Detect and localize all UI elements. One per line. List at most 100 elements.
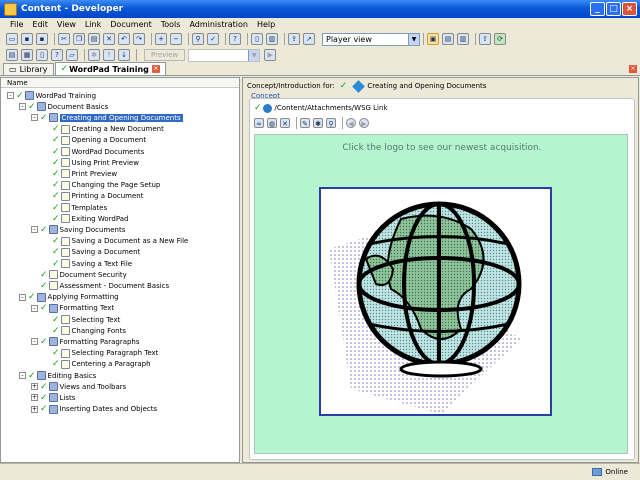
- tree-item[interactable]: + ✓ Views and Toolbars: [31, 381, 126, 392]
- tree-item[interactable]: ✓ Templates: [43, 202, 107, 213]
- close-panel-icon[interactable]: ×: [629, 65, 637, 73]
- back-icon[interactable]: ◀: [346, 118, 356, 128]
- preview-button[interactable]: Preview: [144, 49, 186, 61]
- menu-link[interactable]: Link: [85, 20, 101, 29]
- menu-help[interactable]: Help: [257, 20, 275, 29]
- tree-item[interactable]: ✓ Creating a New Document: [43, 124, 164, 135]
- tree-item[interactable]: ✓ Changing Fonts: [43, 325, 126, 336]
- menu-file[interactable]: File: [10, 20, 23, 29]
- close-tab-icon[interactable]: ×: [151, 65, 160, 73]
- collapse-node-icon[interactable]: -: [31, 114, 38, 122]
- tree-item[interactable]: - ✓ Saving Documents: [31, 224, 125, 235]
- collapse-node-icon[interactable]: -: [19, 293, 26, 301]
- collapse-node-icon[interactable]: -: [19, 103, 26, 111]
- collapse-node-icon[interactable]: -: [7, 92, 14, 99]
- tree-item[interactable]: ✓ Printing a Document: [43, 191, 143, 202]
- tree-item[interactable]: - ✓ Formatting Paragraphs: [31, 336, 140, 347]
- tree-item[interactable]: ✓ Using Print Preview: [43, 157, 139, 168]
- pointer-icon[interactable]: ➚: [303, 33, 315, 45]
- collapse-node-icon[interactable]: -: [31, 304, 38, 312]
- tree-item[interactable]: ✓ Opening a Document: [43, 135, 146, 146]
- document-icon[interactable]: ▯: [36, 49, 48, 61]
- minimize-button[interactable]: _: [590, 2, 605, 16]
- link-icon[interactable]: ∞: [254, 118, 264, 128]
- paste-icon[interactable]: ▤: [88, 33, 100, 45]
- layout-columns-icon[interactable]: ▥: [457, 33, 469, 45]
- tree-item[interactable]: ✓ Print Preview: [43, 168, 117, 179]
- collapse-node-icon[interactable]: -: [31, 338, 38, 346]
- cut-icon[interactable]: ✂: [58, 33, 70, 45]
- library-icon[interactable]: ▤: [6, 49, 18, 61]
- tree-item[interactable]: ✓ Saving a Document: [43, 247, 140, 258]
- delete-icon[interactable]: ✕: [103, 33, 115, 45]
- publish-icon[interactable]: ⇪: [288, 33, 300, 45]
- refresh-icon[interactable]: ⟳: [494, 33, 506, 45]
- tree-item[interactable]: - ✓ Formatting Text: [31, 303, 114, 314]
- preview-select[interactable]: ▼: [188, 48, 261, 62]
- tree-item[interactable]: - ✓ Document Basics: [19, 101, 108, 112]
- help-icon[interactable]: ?: [229, 33, 241, 45]
- tree-item[interactable]: ✓ Centering a Paragraph: [43, 359, 151, 370]
- expand-node-icon[interactable]: +: [31, 394, 38, 402]
- layout-single-icon[interactable]: ▣: [427, 33, 439, 45]
- close-button[interactable]: ×: [622, 2, 637, 16]
- settings-icon[interactable]: ✱: [88, 49, 100, 61]
- properties-icon[interactable]: ▥: [266, 33, 278, 45]
- forward-icon[interactable]: ▶: [359, 118, 369, 128]
- menu-document[interactable]: Document: [110, 20, 151, 29]
- tree-item[interactable]: - ✓ Editing Basics: [19, 370, 96, 381]
- tree-item[interactable]: - ✓ Applying Formatting: [19, 292, 119, 303]
- tree-item[interactable]: ✓ Changing the Page Setup: [43, 180, 160, 191]
- attachment-icon[interactable]: ▱: [66, 49, 78, 61]
- tree-item[interactable]: ✓ Assessment - Document Basics: [31, 280, 169, 291]
- expand-icon[interactable]: +: [155, 33, 167, 45]
- tree-item[interactable]: ✓ Document Security: [31, 269, 127, 280]
- expand-node-icon[interactable]: +: [31, 383, 38, 391]
- tree-item[interactable]: - ✓ Creating and Opening Documents: [31, 112, 183, 123]
- collapse-node-icon[interactable]: -: [19, 372, 26, 379]
- tree-item[interactable]: ✓ Saving a Document as a New File: [43, 236, 188, 247]
- open-icon[interactable]: ▭: [6, 33, 18, 45]
- outline-icon[interactable]: ▦: [21, 49, 33, 61]
- unlink-icon[interactable]: ✕: [280, 118, 290, 128]
- export-icon[interactable]: ⇧: [479, 33, 491, 45]
- tree-item[interactable]: ✓ Selecting Paragraph Text: [43, 348, 158, 359]
- edit-icon[interactable]: ✎: [300, 118, 310, 128]
- tree-item[interactable]: + ✓ Inserting Dates and Objects: [31, 404, 157, 415]
- chevron-down-icon[interactable]: ▼: [408, 33, 419, 45]
- tree-item[interactable]: + ✓ Lists: [31, 392, 75, 403]
- expand-node-icon[interactable]: +: [31, 405, 38, 413]
- tree-item[interactable]: ✓ Exiting WordPad: [43, 213, 128, 224]
- arrow-down-icon[interactable]: ↓: [118, 49, 130, 61]
- save-icon[interactable]: ▪: [21, 33, 33, 45]
- collapse-icon[interactable]: −: [170, 33, 182, 45]
- find-icon[interactable]: ⚲: [326, 118, 336, 128]
- layout-split-icon[interactable]: ▤: [442, 33, 454, 45]
- save-all-icon[interactable]: ▪: [36, 33, 48, 45]
- redo-icon[interactable]: ↷: [133, 33, 145, 45]
- menu-administration[interactable]: Administration: [189, 20, 248, 29]
- tab-library[interactable]: ▭ Library: [3, 63, 54, 75]
- tree-item[interactable]: - ✓ WordPad Training: [7, 90, 96, 101]
- arrow-up-icon[interactable]: ↑: [103, 49, 115, 61]
- copy-icon[interactable]: ❐: [73, 33, 85, 45]
- new-document-icon[interactable]: ▯: [251, 33, 263, 45]
- menu-view[interactable]: View: [57, 20, 76, 29]
- menu-tools[interactable]: Tools: [161, 20, 181, 29]
- menu-edit[interactable]: Edit: [32, 20, 48, 29]
- view-select[interactable]: Player view ▼: [322, 32, 420, 46]
- spell-check-icon[interactable]: ✓: [207, 33, 219, 45]
- globe-logo[interactable]: [319, 187, 552, 416]
- collapse-node-icon[interactable]: -: [31, 226, 38, 234]
- tab-wordpad-training[interactable]: ✓ WordPad Training ×: [54, 62, 166, 75]
- maximize-button[interactable]: □: [606, 2, 621, 16]
- tree-item[interactable]: ✓ WordPad Documents: [43, 146, 144, 157]
- tree-item[interactable]: ✓ Saving a Text File: [43, 258, 132, 269]
- find-icon[interactable]: ⚲: [192, 33, 204, 45]
- globe-icon[interactable]: ◍: [267, 118, 277, 128]
- tree-item[interactable]: ✓ Selecting Text: [43, 314, 120, 325]
- preview-chevron-icon[interactable]: ▼: [248, 49, 260, 61]
- play-icon[interactable]: ▶: [264, 49, 277, 61]
- undo-icon[interactable]: ↶: [118, 33, 130, 45]
- question-icon[interactable]: ?: [51, 49, 63, 61]
